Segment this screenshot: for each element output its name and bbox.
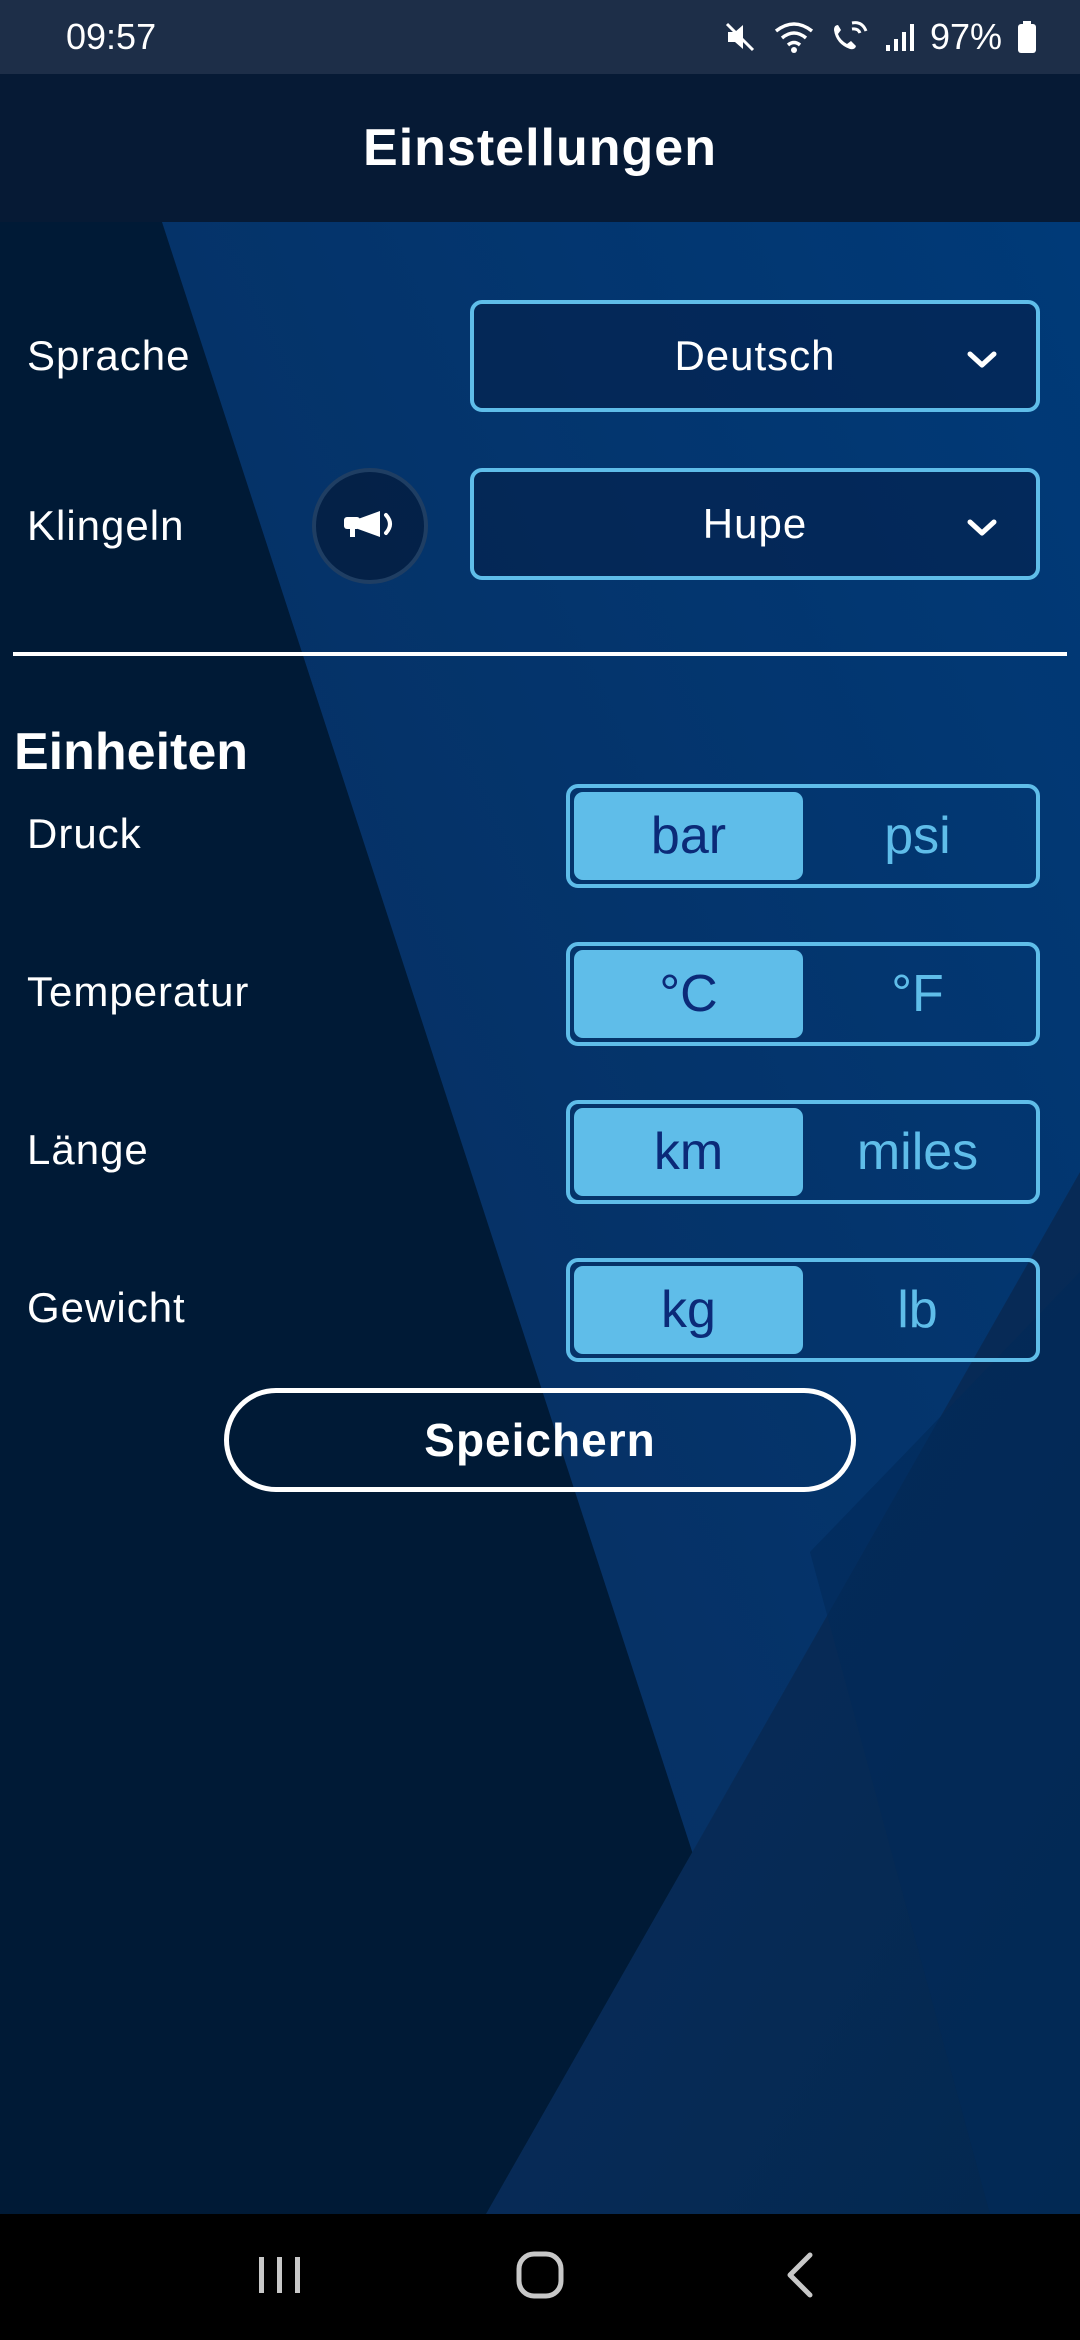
ring-label: Klingeln xyxy=(27,502,185,549)
weight-toggle[interactable]: kg lb xyxy=(566,1258,1040,1362)
pressure-label: Druck xyxy=(27,810,142,857)
recent-apps-icon xyxy=(255,2253,305,2302)
language-dropdown[interactable]: Deutsch xyxy=(470,300,1040,412)
length-label: Länge xyxy=(27,1126,149,1173)
weight-option-kg[interactable]: kg xyxy=(574,1266,803,1354)
pressure-option-bar[interactable]: bar xyxy=(574,792,803,880)
temperature-option-fahrenheit[interactable]: °F xyxy=(803,950,1032,1038)
mute-icon xyxy=(722,19,758,55)
signal-icon xyxy=(884,19,916,55)
home-button[interactable] xyxy=(495,2232,585,2322)
chevron-down-icon xyxy=(966,500,998,548)
length-row: Länge km miles xyxy=(0,1100,1080,1204)
units-section-title: Einheiten xyxy=(14,723,249,781)
battery-icon xyxy=(1016,19,1038,55)
language-label: Sprache xyxy=(27,332,191,379)
language-row: Sprache Deutsch xyxy=(0,300,1080,416)
weight-row: Gewicht kg lb xyxy=(0,1258,1080,1362)
system-nav-bar xyxy=(0,2214,1080,2340)
weight-label: Gewicht xyxy=(27,1284,186,1331)
horn-icon xyxy=(340,507,400,546)
temperature-option-celsius[interactable]: °C xyxy=(574,950,803,1038)
section-divider xyxy=(13,652,1067,656)
temperature-row: Temperatur °C °F xyxy=(0,942,1080,1046)
status-bar: 09:57 97% xyxy=(0,0,1080,74)
length-toggle[interactable]: km miles xyxy=(566,1100,1040,1204)
recent-apps-button[interactable] xyxy=(235,2232,325,2322)
app-header: Einstellungen xyxy=(0,74,1080,222)
chevron-down-icon xyxy=(966,332,998,380)
back-icon xyxy=(780,2249,820,2306)
save-button[interactable]: Speichern xyxy=(224,1388,856,1492)
home-icon xyxy=(514,2249,566,2306)
pressure-option-psi[interactable]: psi xyxy=(803,792,1032,880)
page-title: Einstellungen xyxy=(363,119,717,177)
length-option-miles[interactable]: miles xyxy=(803,1108,1032,1196)
temperature-label: Temperatur xyxy=(27,968,250,1015)
ring-row: Klingeln Hupe xyxy=(0,468,1080,584)
battery-text: 97% xyxy=(929,16,1002,57)
ring-value: Hupe xyxy=(702,500,808,547)
status-time: 09:57 xyxy=(66,16,157,57)
wifi-call-icon xyxy=(830,19,870,55)
back-button[interactable] xyxy=(755,2232,845,2322)
weight-option-lb[interactable]: lb xyxy=(803,1266,1032,1354)
pressure-row: Druck bar psi xyxy=(0,784,1080,888)
ring-dropdown[interactable]: Hupe xyxy=(470,468,1040,580)
wifi-icon xyxy=(772,19,816,55)
length-option-km[interactable]: km xyxy=(574,1108,803,1196)
pressure-toggle[interactable]: bar psi xyxy=(566,784,1040,888)
language-value: Deutsch xyxy=(674,332,836,379)
status-icons: 97% xyxy=(722,16,1038,58)
horn-play-button[interactable] xyxy=(312,468,428,584)
temperature-toggle[interactable]: °C °F xyxy=(566,942,1040,1046)
settings-content: Sprache Deutsch Klingeln Hupe Einheiten … xyxy=(0,222,1080,2214)
